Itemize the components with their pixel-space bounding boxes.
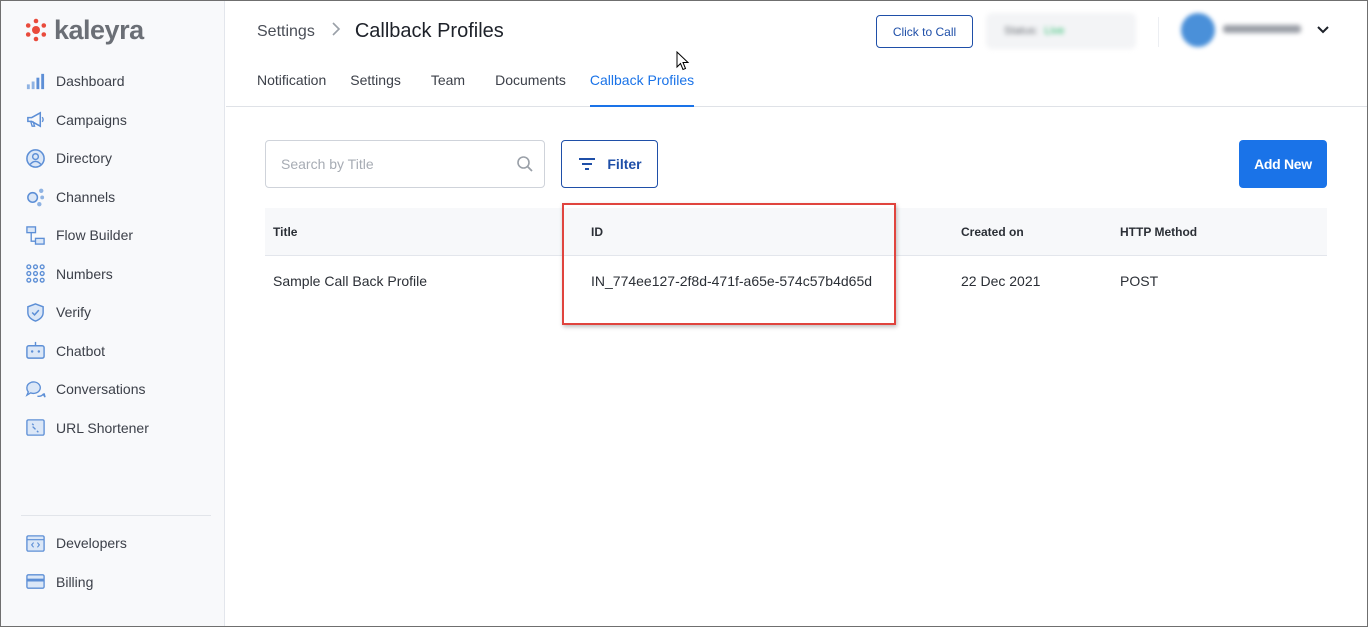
sidebar-item-label: Conversations [56,381,146,398]
avatar[interactable] [1181,13,1215,47]
status-value: Live [1044,25,1065,37]
sidebar-item-dashboard[interactable]: Dashboard [1,62,225,101]
status-indicator[interactable]: Status: Live [986,13,1136,49]
sidebar-item-channels[interactable]: Channels [1,178,225,217]
code-icon [24,532,46,554]
table-header: Title ID Created on HTTP Method [265,208,1327,256]
person-circle-icon [24,147,46,169]
cell-title: Sample Call Back Profile [273,273,428,289]
settings-tabs: Notification Settings Team Documents Cal… [257,72,695,107]
search-icon[interactable] [516,155,534,173]
chat-bubbles-icon [24,378,46,400]
sidebar-item-label: Numbers [56,265,113,282]
page-header: Settings Callback Profiles Notification … [226,1,1367,107]
sidebar-item-label: Billing [56,573,94,590]
chevron-right-icon [331,22,341,41]
sidebar-item-campaigns[interactable]: Campaigns [1,101,225,140]
megaphone-icon [24,109,46,131]
header-divider [1158,17,1159,47]
brand-logo[interactable]: kaleyra [24,15,144,45]
click-to-call-button[interactable]: Click to Call [876,15,973,48]
dialpad-icon [24,263,46,285]
sidebar-item-label: Verify [56,304,92,321]
filter-button[interactable]: Filter [561,140,658,188]
sidebar-divider [21,515,211,516]
cell-created-on: 22 Dec 2021 [961,273,1041,289]
sidebar-item-directory[interactable]: Directory [1,139,225,178]
channels-icon [24,186,46,208]
tab-team[interactable]: Team [431,72,465,107]
search-box [265,140,545,188]
filter-label: Filter [607,156,642,172]
breadcrumb: Settings Callback Profiles [257,20,504,43]
sidebar-item-chatbot[interactable]: Chatbot [1,332,225,371]
bar-chart-icon [24,70,46,92]
shield-check-icon [24,301,46,323]
mouse-cursor-icon [676,51,690,71]
kaleyra-logo-icon [25,18,47,42]
breadcrumb-settings-link[interactable]: Settings [257,23,315,41]
add-new-button[interactable]: Add New [1239,140,1327,188]
status-label: Status: [1004,25,1039,37]
column-header-id: ID [591,225,603,239]
sidebar-item-label: Campaigns [56,111,127,128]
user-name-blurred [1223,23,1303,37]
sidebar-item-flow-builder[interactable]: Flow Builder [1,216,225,255]
flow-icon [24,224,46,246]
sidebar-item-label: Flow Builder [56,227,134,244]
sidebar-item-billing[interactable]: Billing [1,563,225,602]
callback-profiles-table: Title ID Created on HTTP Method Sample C… [265,208,1327,306]
cell-http-method: POST [1120,273,1159,289]
search-input[interactable] [281,156,501,172]
tab-callback-profiles[interactable]: Callback Profiles [589,72,695,107]
sidebar-item-conversations[interactable]: Conversations [1,370,225,409]
sidebar-item-label: URL Shortener [56,419,149,436]
cell-id: IN_774ee127-2f8d-471f-a65e-574c57b4d65d [591,273,873,289]
sidebar-nav: Dashboard Campaigns Directory Channels F… [1,62,225,447]
link-icon [24,417,46,439]
tab-notification[interactable]: Notification [257,72,326,107]
sidebar-item-label: Dashboard [56,73,125,90]
sidebar-bottom-nav: Developers Billing [1,524,225,601]
column-header-http-method: HTTP Method [1120,225,1198,239]
sidebar-item-developers[interactable]: Developers [1,524,225,563]
robot-icon [24,340,46,362]
sidebar-item-verify[interactable]: Verify [1,293,225,332]
sidebar-item-label: Channels [56,188,116,205]
brand-name: kaleyra [54,14,144,45]
tab-documents[interactable]: Documents [495,72,566,107]
sidebar-item-label: Directory [56,150,113,167]
sidebar: kaleyra Dashboard Campaigns Directory Ch… [1,1,225,626]
table-row[interactable]: Sample Call Back Profile IN_774ee127-2f8… [265,256,1327,306]
page-title: Callback Profiles [354,20,504,42]
sidebar-item-numbers[interactable]: Numbers [1,255,225,294]
card-icon [24,571,46,593]
tab-settings[interactable]: Settings [350,72,401,107]
sidebar-item-label: Chatbot [56,342,106,359]
sidebar-item-url-shortener[interactable]: URL Shortener [1,409,225,448]
filter-icon [579,158,596,170]
column-header-created-on: Created on [961,225,1024,239]
chevron-down-icon[interactable] [1315,22,1331,38]
column-header-title: Title [273,225,298,239]
sidebar-item-label: Developers [56,535,127,552]
